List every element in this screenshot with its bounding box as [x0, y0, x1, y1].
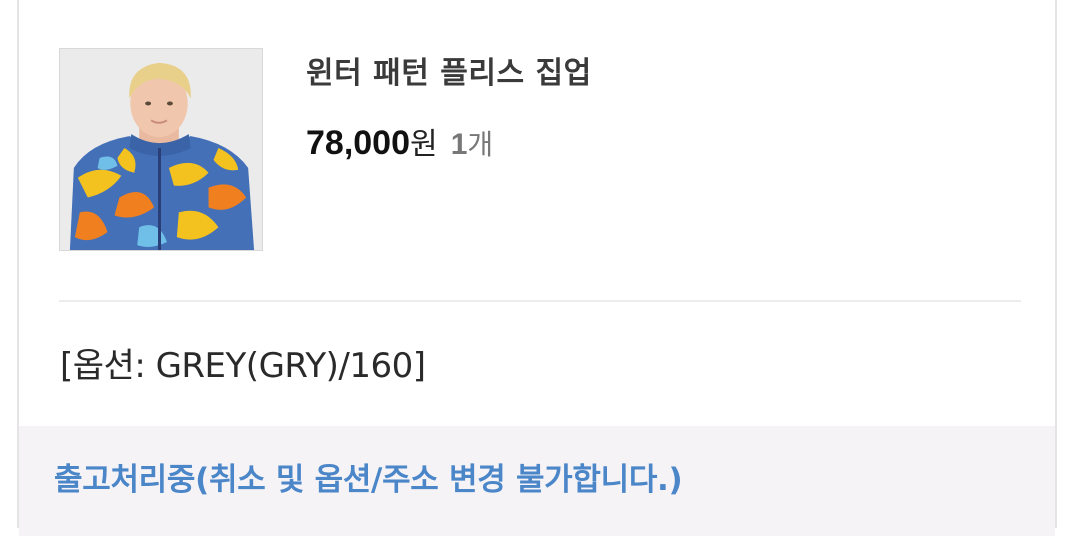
product-price: 78,000 [306, 124, 410, 162]
order-item-card: 윈터 패턴 플리스 집업 78,000원 1개 [옵션: GREY(GRY)/1… [17, 0, 1057, 536]
price-quantity-row: 78,000원 1개 [306, 119, 493, 163]
divider [59, 300, 1021, 302]
product-thumbnail[interactable] [59, 48, 263, 251]
order-status-bar: 출고처리중(취소 및 옵션/주소 변경 불가합니다.) [19, 426, 1055, 536]
product-option: [옵션: GREY(GRY)/160] [60, 346, 426, 386]
quantity-unit: 개 [467, 128, 494, 161]
price-currency-unit: 원 [410, 127, 438, 162]
product-photo-icon [60, 49, 262, 250]
order-status-text: 출고처리중(취소 및 옵션/주소 변경 불가합니다.) [54, 462, 683, 498]
product-name[interactable]: 윈터 패턴 플리스 집업 [306, 48, 592, 92]
product-quantity: 1 [450, 128, 468, 161]
